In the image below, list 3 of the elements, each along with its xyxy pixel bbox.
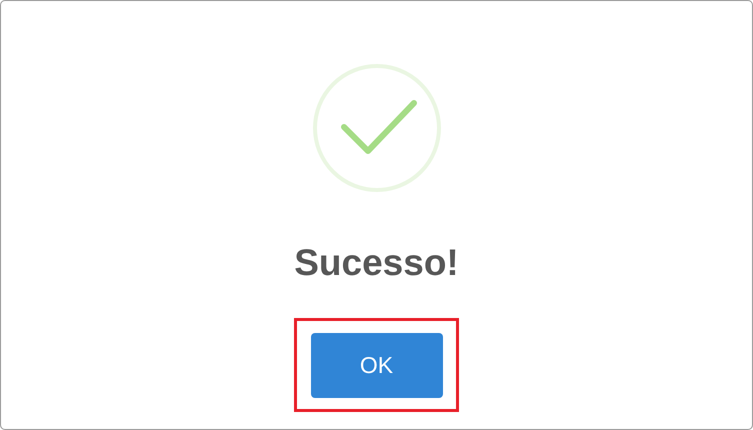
success-icon: [312, 63, 442, 193]
ok-button[interactable]: OK: [310, 332, 442, 398]
dialog-title: Sucesso!: [294, 241, 459, 285]
